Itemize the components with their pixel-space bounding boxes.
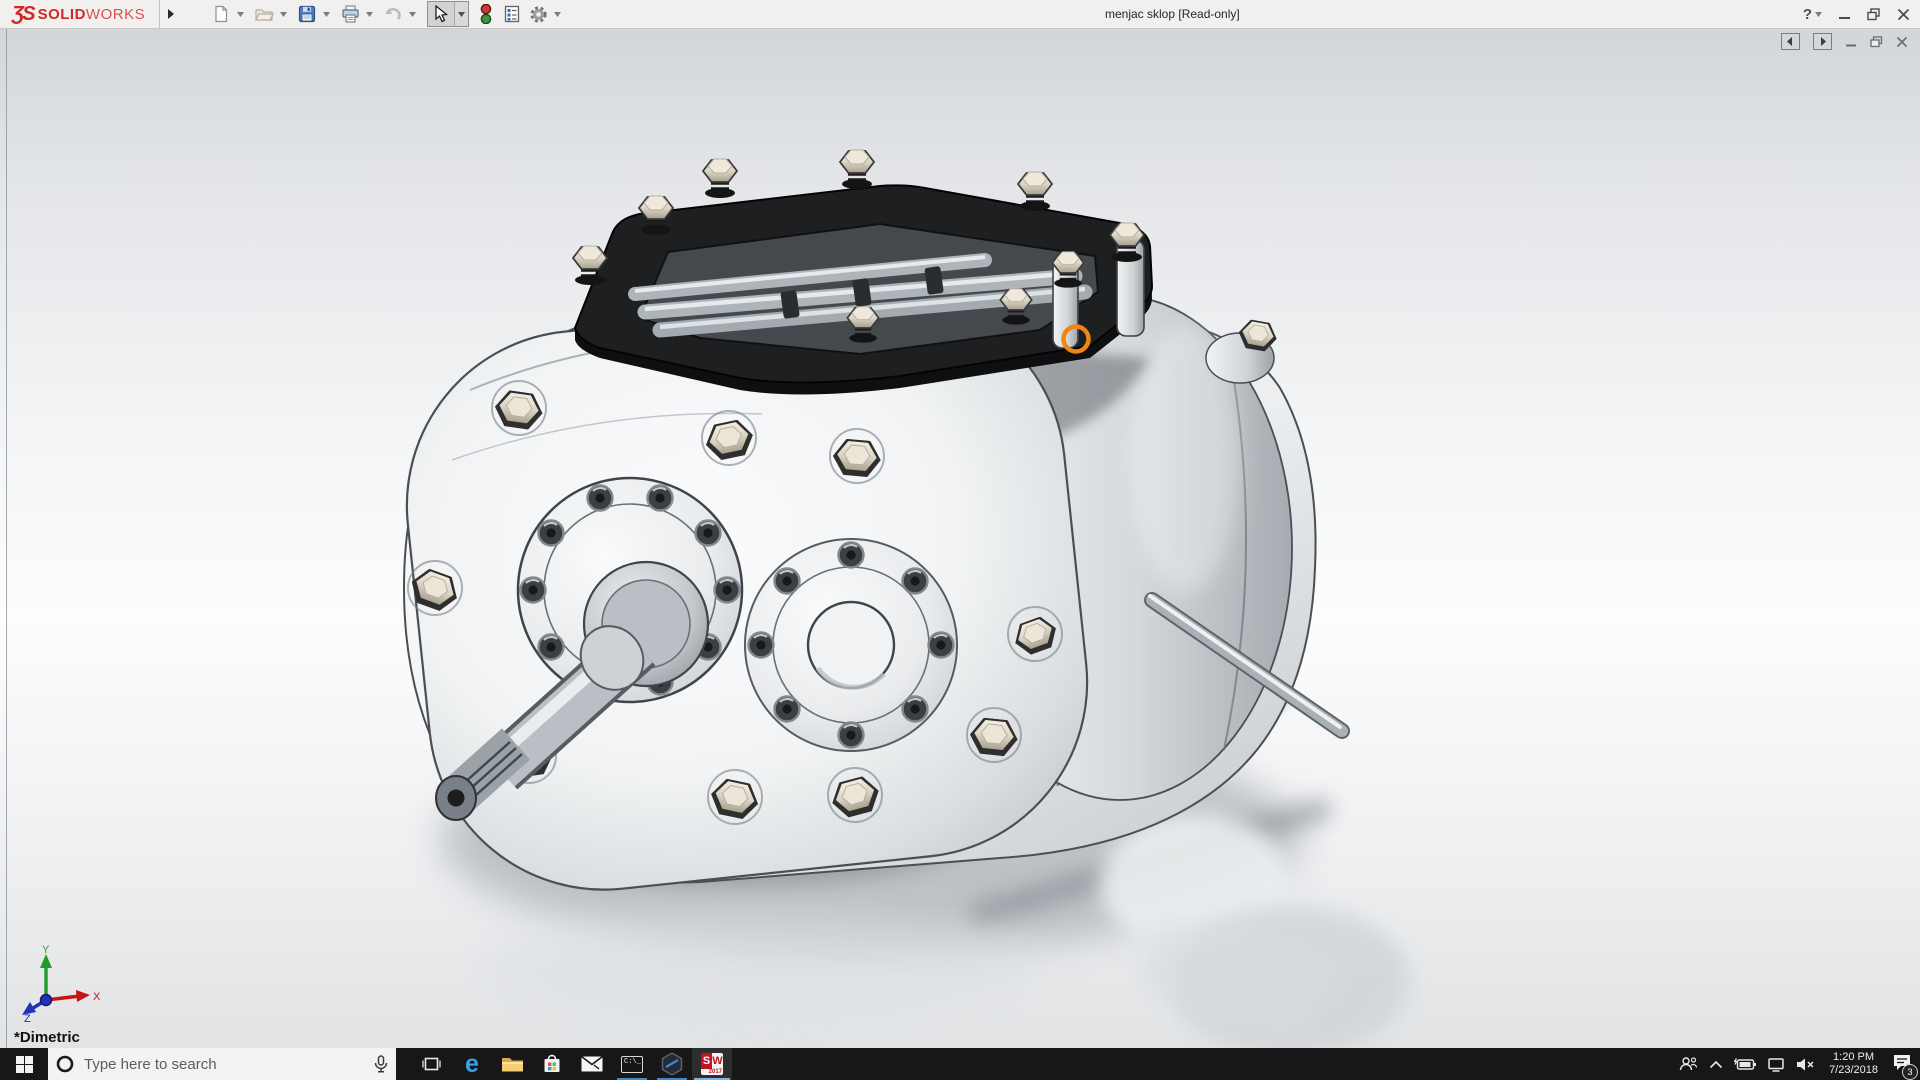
- document-window-controls: [1781, 33, 1908, 50]
- file-properties-icon: [503, 5, 521, 23]
- taskbar-file-explorer-button[interactable]: [492, 1048, 532, 1080]
- search-input[interactable]: [82, 1055, 366, 1074]
- triad-y-label: Y: [42, 944, 50, 956]
- rebuild-traffic-light-icon: [480, 4, 492, 24]
- task-view-icon: [422, 1056, 441, 1072]
- sw-icon-year: 2017: [701, 1069, 723, 1075]
- select-cursor-icon: [433, 5, 449, 23]
- network-icon[interactable]: [1767, 1057, 1785, 1072]
- microsoft-store-icon: [542, 1054, 562, 1074]
- hexagon-app-icon: [661, 1052, 683, 1076]
- chevron-down-icon[interactable]: [234, 2, 247, 26]
- open-button[interactable]: [251, 2, 277, 26]
- chevron-down-icon[interactable]: [277, 2, 290, 26]
- mail-icon: [581, 1056, 603, 1072]
- sw-icon-s: S: [701, 1053, 712, 1069]
- taskbar-hexagon-app-button[interactable]: [652, 1048, 692, 1080]
- solidworks-app-icon: SW 2017: [701, 1053, 723, 1075]
- cortana-icon: [56, 1055, 74, 1073]
- view-orientation-label: *Dimetric: [14, 1029, 80, 1046]
- doc-minimize-button[interactable]: [1845, 36, 1857, 48]
- gear-icon: [529, 5, 548, 24]
- notification-badge: 3: [1902, 1064, 1918, 1080]
- chevron-down-icon[interactable]: [320, 2, 333, 26]
- minimize-button[interactable]: [1838, 8, 1851, 21]
- taskbar-command-prompt-button[interactable]: C:\_: [612, 1048, 652, 1080]
- tray-expand-chevron-icon[interactable]: [1709, 1060, 1723, 1069]
- microphone-icon[interactable]: [374, 1055, 388, 1073]
- triad-z-label: Z: [24, 1013, 31, 1022]
- rebuild-button[interactable]: [473, 2, 499, 26]
- taskbar-store-button[interactable]: [532, 1048, 572, 1080]
- clock-date: 7/23/2018: [1829, 1064, 1878, 1077]
- edge-icon: e: [465, 1052, 479, 1077]
- orientation-triad: Y X Z: [12, 944, 104, 1022]
- doc-close-button[interactable]: [1896, 36, 1908, 48]
- taskbar-solidworks-button[interactable]: SW 2017: [692, 1048, 732, 1080]
- solidworks-logo-mark: ƷS: [12, 3, 34, 26]
- window-controls: ?: [1803, 0, 1910, 28]
- doc-restore-button[interactable]: [1870, 36, 1883, 48]
- gearbox-3d-model[interactable]: [0, 28, 1920, 1048]
- clock-time: 1:20 PM: [1829, 1051, 1878, 1064]
- action-center-button[interactable]: 3: [1892, 1053, 1912, 1076]
- taskbar-edge-button[interactable]: e: [452, 1048, 492, 1080]
- solidworks-logo: ƷS SOLID WORKS: [0, 0, 155, 28]
- volume-muted-icon[interactable]: [1796, 1057, 1815, 1072]
- system-tray: 1:20 PM 7/23/2018 3: [1678, 1048, 1920, 1080]
- menu-flyout-arrow-icon[interactable]: [162, 3, 180, 25]
- chevron-down-icon[interactable]: [406, 2, 419, 26]
- triad-x-label: X: [93, 991, 101, 1003]
- quick-access-toolbar: [208, 0, 568, 28]
- divider: [159, 0, 160, 28]
- document-title: menjac sklop [Read-only]: [1105, 0, 1240, 28]
- close-button[interactable]: [1897, 8, 1910, 21]
- taskbar-mail-button[interactable]: [572, 1048, 612, 1080]
- printer-icon: [341, 5, 360, 23]
- undo-button[interactable]: [380, 2, 406, 26]
- save-button[interactable]: [294, 2, 320, 26]
- select-tool-button[interactable]: [428, 2, 454, 26]
- pane-collapse-left-button[interactable]: [1781, 33, 1800, 50]
- taskbar-clock[interactable]: 1:20 PM 7/23/2018: [1826, 1051, 1881, 1077]
- new-document-icon: [212, 5, 230, 23]
- pane-expand-right-button[interactable]: [1813, 33, 1832, 50]
- help-button[interactable]: ?: [1803, 6, 1822, 23]
- file-explorer-icon: [501, 1055, 524, 1074]
- help-label: ?: [1803, 6, 1812, 23]
- solidworks-logo-solid: SOLID: [38, 6, 86, 23]
- chevron-down-icon[interactable]: [454, 2, 468, 26]
- graphics-viewport[interactable]: Y X Z *Dimetric: [0, 28, 1920, 1048]
- start-button[interactable]: [0, 1048, 48, 1080]
- windows-logo-icon: [16, 1056, 33, 1073]
- chevron-down-icon[interactable]: [551, 2, 564, 26]
- battery-icon[interactable]: [1734, 1057, 1756, 1071]
- windows-taskbar: e C:\_ SW: [0, 1048, 1920, 1080]
- print-button[interactable]: [337, 2, 363, 26]
- chevron-down-icon: [1815, 12, 1822, 17]
- save-floppy-icon: [298, 5, 316, 23]
- chevron-down-icon[interactable]: [363, 2, 376, 26]
- solidworks-logo-works: WORKS: [86, 6, 145, 23]
- restore-button[interactable]: [1867, 8, 1881, 21]
- people-icon[interactable]: [1678, 1056, 1698, 1072]
- open-folder-icon: [255, 6, 274, 22]
- taskbar-search-box[interactable]: [48, 1048, 396, 1080]
- command-prompt-icon: C:\_: [621, 1056, 643, 1073]
- sw-icon-w: W: [712, 1053, 723, 1069]
- secondary-flange[interactable]: [745, 539, 957, 751]
- task-view-button[interactable]: [410, 1048, 452, 1080]
- new-document-button[interactable]: [208, 2, 234, 26]
- file-properties-button[interactable]: [499, 2, 525, 26]
- title-bar: ƷS SOLID WORKS: [0, 0, 1920, 29]
- undo-arrow-icon: [383, 6, 403, 22]
- options-button[interactable]: [525, 2, 551, 26]
- select-tool-group: [427, 1, 469, 27]
